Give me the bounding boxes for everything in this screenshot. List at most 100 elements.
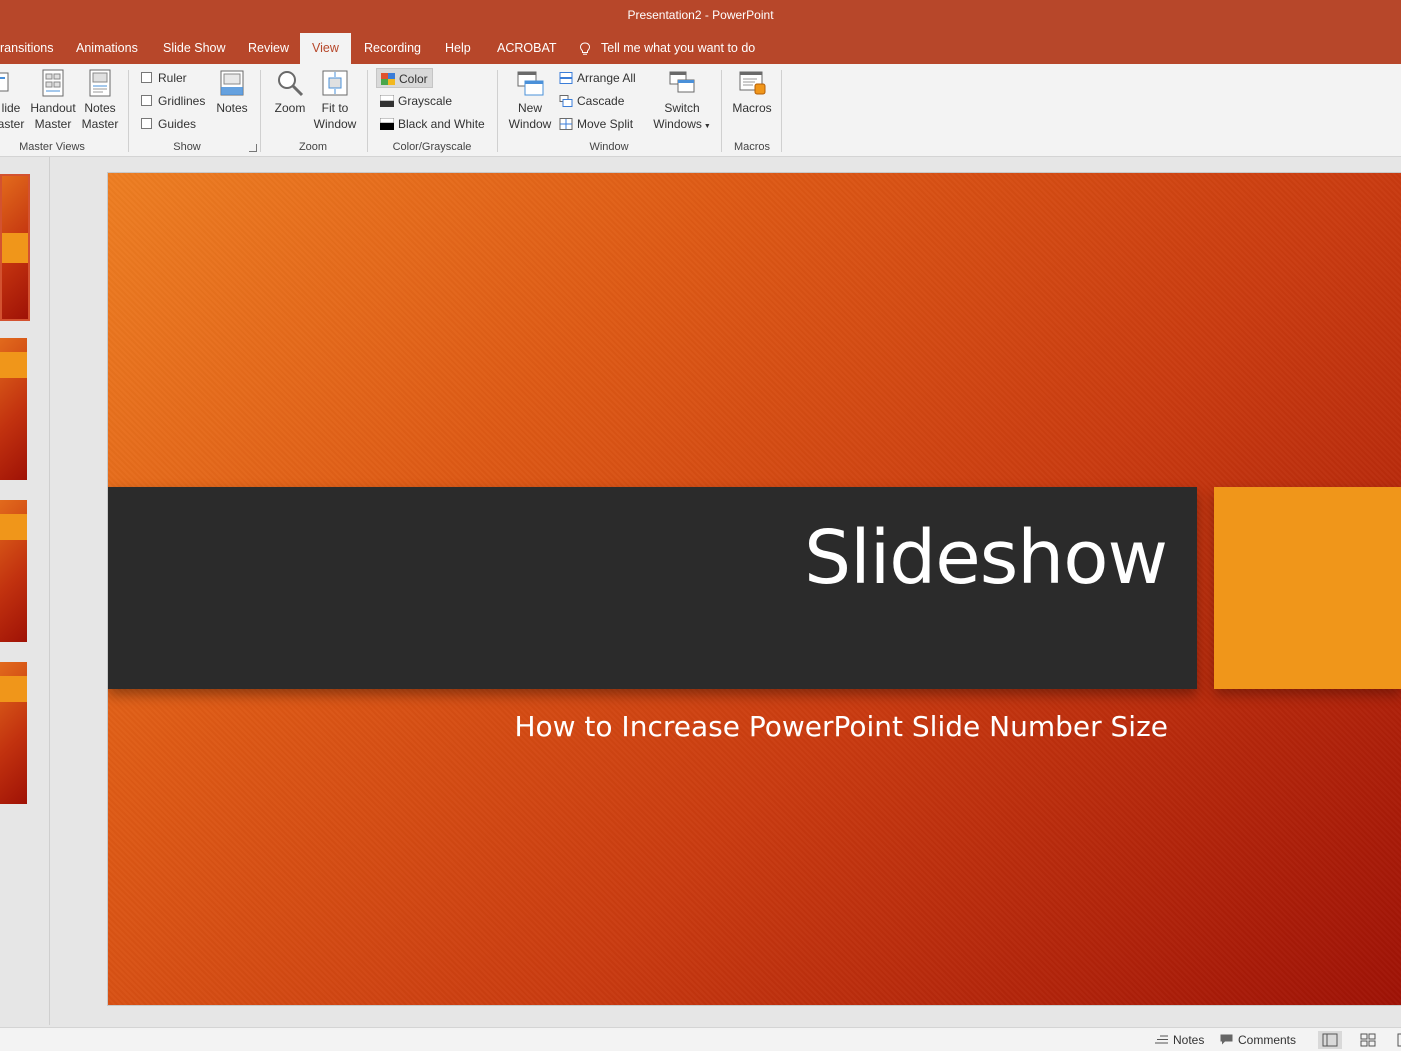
arrange-all-label: Arrange All [577, 71, 636, 85]
fit-to-window-button[interactable]: Fit to Window [312, 68, 358, 132]
status-bar: Notes Comments [0, 1027, 1401, 1051]
tab-slide-show[interactable]: Slide Show [163, 33, 226, 64]
tab-review[interactable]: Review [248, 33, 289, 64]
ribbon-separator [781, 70, 782, 152]
tab-recording[interactable]: Recording [364, 33, 421, 64]
group-label-show: Show [173, 141, 201, 153]
group-label-master-views: Master Views [19, 141, 85, 153]
group-label-color-grayscale: Color/Grayscale [392, 141, 472, 153]
fit-to-window-label-1: Fit to [321, 101, 349, 115]
guides-checkbox[interactable]: Guides [141, 115, 196, 133]
ribbon: lide aster Handout Master Notes Master M… [0, 64, 1401, 157]
magnifier-icon [278, 71, 304, 97]
zoom-label: Zoom [274, 101, 306, 115]
handout-master-button[interactable]: Handout Master [28, 68, 78, 132]
lightbulb-icon [579, 42, 591, 55]
show-dialog-launcher-icon[interactable] [249, 144, 257, 152]
guides-label: Guides [158, 117, 197, 131]
accent-block [1214, 487, 1401, 689]
gridlines-label: Gridlines [158, 94, 206, 108]
checkbox-unchecked-icon [141, 118, 152, 129]
tab-help[interactable]: Help [445, 33, 471, 64]
move-split-icon [559, 118, 573, 130]
normal-view-button[interactable] [1318, 1031, 1342, 1049]
handout-master-label-2: Master [34, 117, 72, 131]
handout-master-label-1: Handout [30, 101, 76, 115]
checkbox-unchecked-icon [141, 95, 152, 106]
tab-view[interactable]: View [300, 33, 351, 64]
color-swatch-icon [381, 73, 395, 85]
title-bar: Presentation2 - PowerPoint [0, 0, 1401, 33]
normal-view-icon [1322, 1033, 1338, 1047]
thumbnail-band [0, 352, 27, 378]
tab-animations[interactable]: Animations [76, 33, 138, 64]
zoom-button[interactable]: Zoom [270, 68, 310, 116]
color-button[interactable]: Color [376, 68, 433, 88]
window-title: Presentation2 - PowerPoint [627, 8, 774, 22]
grayscale-icon [380, 95, 394, 107]
fit-to-window-label-2: Window [313, 117, 357, 131]
tell-me-search[interactable]: Tell me what you want to do [579, 33, 755, 64]
new-window-icon [517, 71, 544, 96]
cascade-label: Cascade [577, 94, 625, 108]
grayscale-label: Grayscale [398, 94, 453, 108]
ribbon-separator [367, 70, 368, 152]
black-and-white-label: Black and White [398, 117, 485, 131]
notes-icon [220, 70, 244, 96]
ribbon-separator [128, 70, 129, 152]
slide-thumbnail[interactable] [0, 174, 30, 321]
comments-status-label: Comments [1238, 1033, 1297, 1047]
ribbon-separator [260, 70, 261, 152]
slide-master-label-2: aster [0, 117, 25, 131]
ribbon-separator [497, 70, 498, 152]
slide-thumbnails-pane [0, 157, 50, 1025]
current-slide[interactable]: Slideshow How to Increase PowerPoint Sli… [107, 172, 1401, 1006]
color-label: Color [399, 72, 428, 86]
dropdown-arrow-icon: ▼ [703, 123, 711, 130]
black-white-icon [380, 118, 394, 130]
cascade-button[interactable]: Cascade [555, 91, 628, 111]
switch-windows-icon [669, 71, 695, 93]
notes-lines-icon [1155, 1035, 1168, 1044]
macros-label: Macros [732, 101, 772, 115]
arrange-all-icon [559, 72, 573, 84]
cascade-icon [559, 95, 573, 107]
thumbnail-band [0, 514, 27, 540]
slide-master-icon [0, 72, 9, 92]
macros-icon [739, 71, 766, 95]
ruler-checkbox[interactable]: Ruler [141, 69, 187, 87]
notes-button[interactable]: Notes [212, 68, 252, 116]
switch-windows-button[interactable]: Switch Windows ▼ [652, 68, 712, 135]
slide-sorter-icon [1360, 1033, 1376, 1047]
switch-windows-label-2-text: Windows [653, 117, 702, 131]
arrange-all-button[interactable]: Arrange All [555, 68, 640, 88]
notes-label: Notes [216, 101, 248, 115]
slide-title[interactable]: Slideshow [804, 521, 1168, 595]
move-split-button[interactable]: Move Split [555, 114, 637, 134]
switch-windows-label-2: Windows ▼ [652, 116, 712, 135]
slide-sorter-view-button[interactable] [1356, 1031, 1380, 1049]
slide-thumbnail[interactable] [0, 338, 27, 480]
grayscale-button[interactable]: Grayscale [376, 91, 456, 111]
title-band: Slideshow [108, 487, 1197, 689]
macros-button[interactable]: Macros [729, 68, 775, 116]
notes-master-button[interactable]: Notes Master [80, 68, 120, 132]
slide-master-label-1: lide [1, 101, 21, 115]
slide-thumbnail[interactable] [0, 662, 27, 804]
notes-status-label: Notes [1173, 1033, 1205, 1047]
tab-transitions[interactable]: ransitions [0, 33, 54, 64]
slide-subtitle[interactable]: How to Increase PowerPoint Slide Number … [108, 710, 1168, 743]
slide-thumbnail[interactable] [0, 500, 27, 642]
handout-master-icon [42, 69, 64, 97]
tab-acrobat[interactable]: ACROBAT [497, 33, 557, 64]
gridlines-checkbox[interactable]: Gridlines [141, 92, 205, 110]
group-label-zoom: Zoom [298, 141, 328, 153]
reading-view-icon [1397, 1033, 1401, 1047]
comments-status-button[interactable]: Comments [1220, 1032, 1296, 1048]
notes-status-button[interactable]: Notes [1155, 1032, 1204, 1048]
slide-master-button[interactable]: lide aster [0, 68, 28, 132]
black-and-white-button[interactable]: Black and White [376, 114, 489, 134]
new-window-button[interactable]: New Window [506, 68, 554, 132]
reading-view-button[interactable] [1390, 1031, 1401, 1049]
new-window-label-1: New [517, 101, 542, 115]
